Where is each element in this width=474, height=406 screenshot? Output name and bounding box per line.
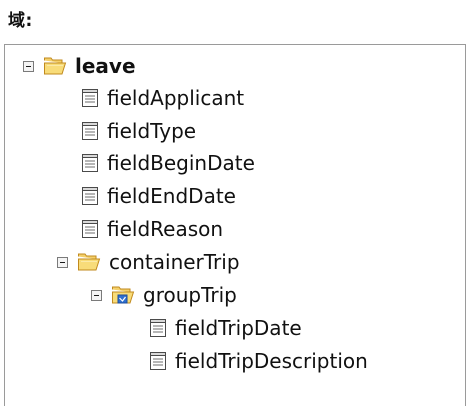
fields-heading: 域:	[8, 11, 33, 31]
tree-node-field[interactable]: fieldApplicant	[81, 84, 244, 112]
field-document-icon	[81, 219, 99, 239]
open-folder-icon	[77, 252, 101, 272]
node-label: fieldTripDate	[175, 316, 302, 340]
node-label: fieldTripDescription	[175, 349, 368, 373]
field-tree[interactable]: leave fieldApplicant fieldType fieldBegi…	[4, 44, 466, 406]
tree-node-field[interactable]: fieldReason	[81, 215, 223, 243]
node-label: containerTrip	[109, 250, 240, 274]
collapse-toggle[interactable]	[91, 289, 102, 301]
field-document-icon	[81, 153, 99, 173]
field-document-icon	[81, 121, 99, 141]
tree-node-container-trip[interactable]: containerTrip	[57, 248, 240, 276]
tree-node-field[interactable]: fieldBeginDate	[81, 149, 255, 177]
node-label: fieldType	[107, 119, 197, 143]
node-label: groupTrip	[143, 283, 237, 307]
tree-node-leave[interactable]: leave	[23, 52, 136, 80]
node-label: fieldReason	[107, 217, 224, 241]
tree-node-field[interactable]: fieldTripDescription	[149, 347, 368, 375]
field-document-icon	[149, 351, 167, 371]
group-folder-icon	[111, 285, 135, 305]
tree-node-group-trip[interactable]: groupTrip	[91, 281, 237, 309]
data-source-panel: 域: leave fieldApplicant fieldType fieldB…	[0, 0, 474, 406]
node-label: fieldBeginDate	[107, 151, 255, 175]
field-document-icon	[149, 318, 167, 338]
collapse-toggle[interactable]	[57, 256, 68, 268]
node-label: fieldApplicant	[107, 86, 245, 110]
tree-node-field[interactable]: fieldEndDate	[81, 182, 236, 210]
field-document-icon	[81, 88, 99, 108]
node-label: leave	[75, 54, 136, 78]
tree-node-field[interactable]: fieldType	[81, 117, 196, 145]
open-folder-icon	[43, 56, 67, 76]
field-document-icon	[81, 186, 99, 206]
tree-node-field[interactable]: fieldTripDate	[149, 314, 302, 342]
node-label: fieldEndDate	[107, 184, 236, 208]
collapse-toggle[interactable]	[23, 60, 34, 72]
